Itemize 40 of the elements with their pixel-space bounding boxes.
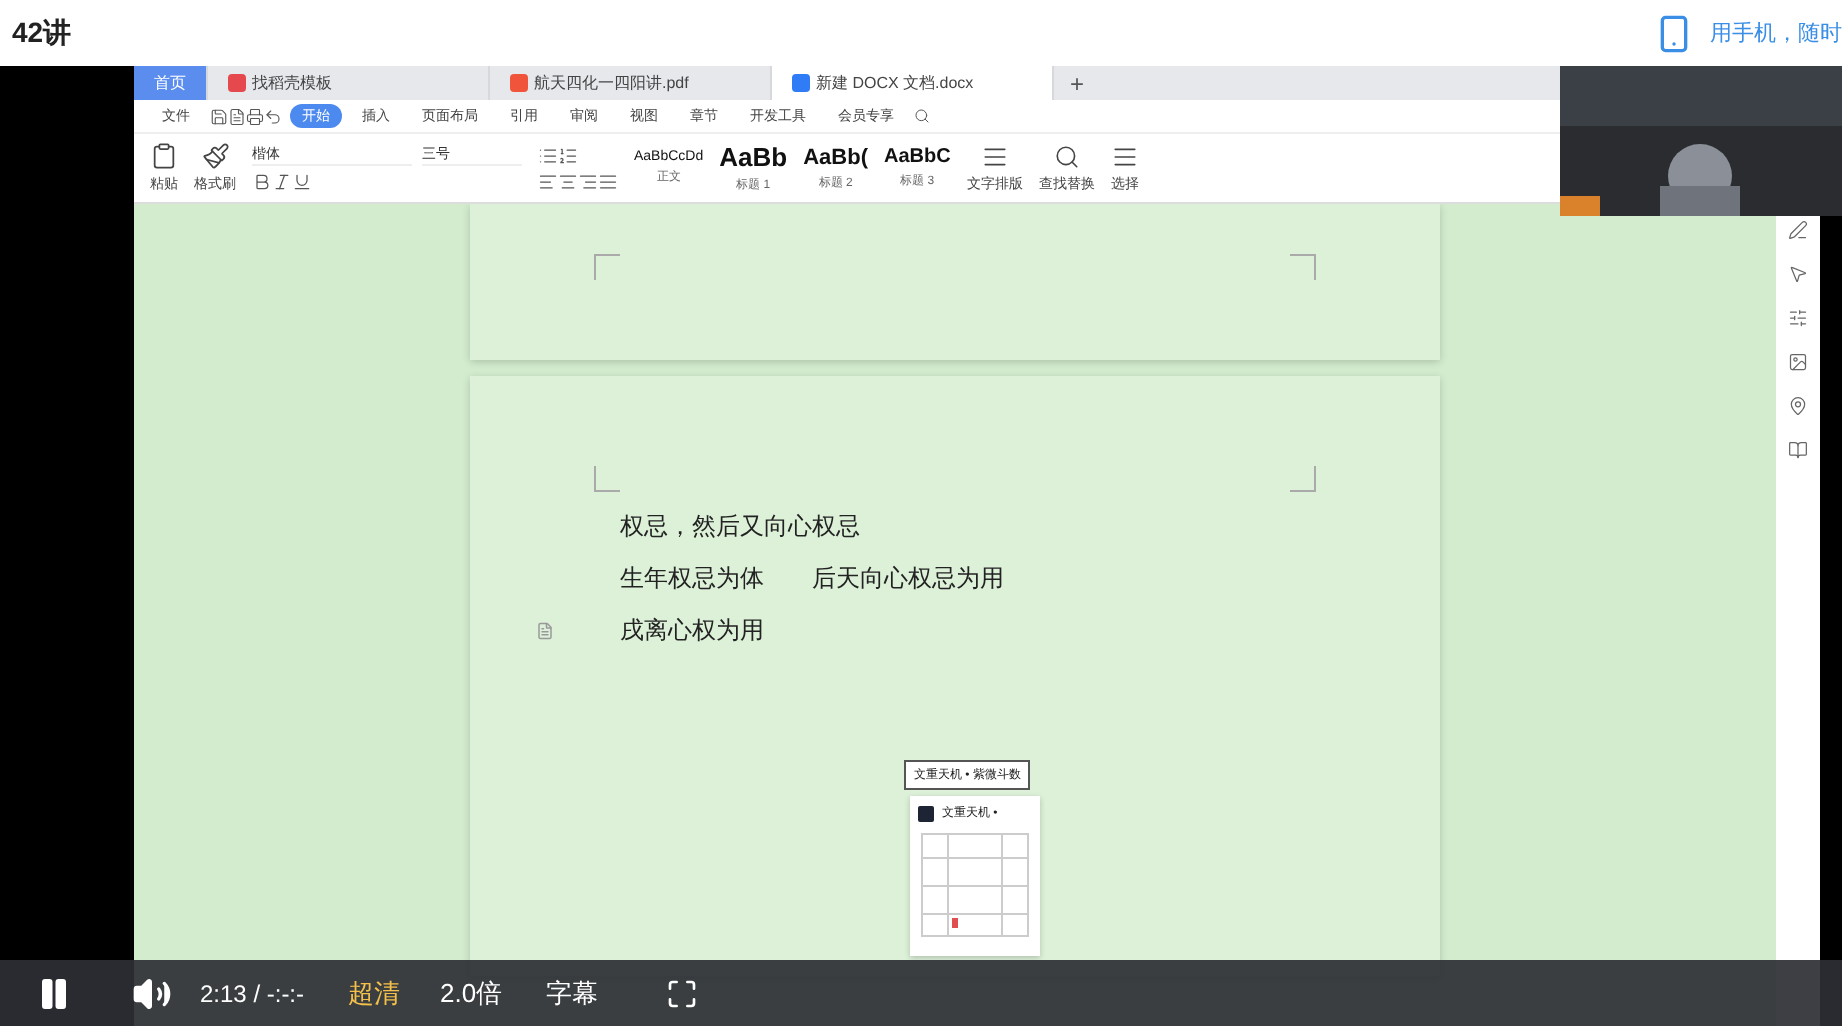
bullet-list-icon[interactable] [538, 145, 558, 165]
calendar-drawing [918, 830, 1032, 940]
text-layout-icon[interactable] [1111, 143, 1138, 169]
subtitles-button[interactable]: 字幕 [546, 975, 599, 1011]
book-icon[interactable] [1788, 440, 1808, 460]
pen-icon[interactable] [1788, 220, 1808, 240]
lesson-title: 42讲 [12, 15, 72, 51]
volume-button[interactable] [132, 973, 172, 1013]
align-center-icon[interactable] [558, 171, 578, 191]
paste-icon[interactable] [150, 142, 178, 170]
bold-icon[interactable] [252, 172, 272, 192]
undo-icon[interactable] [264, 107, 282, 125]
search-icon[interactable] [1053, 143, 1080, 169]
italic-icon[interactable] [272, 172, 292, 192]
document-tab[interactable]: 新建 DOCX 文档.docx [772, 66, 1054, 100]
underline-icon[interactable] [292, 172, 312, 192]
search-icon[interactable] [914, 108, 930, 124]
print-icon[interactable] [246, 107, 264, 125]
app-icon [918, 805, 934, 821]
document-text: 生年权忌为体 后天向心权忌为用 [620, 561, 1004, 595]
numbered-list-icon[interactable] [558, 145, 578, 165]
align-right-icon[interactable] [578, 171, 598, 191]
image-icon[interactable] [1788, 352, 1808, 372]
justify-icon[interactable] [598, 171, 618, 191]
speed-button[interactable]: 2.0倍 [440, 975, 503, 1011]
fullscreen-button[interactable] [666, 977, 699, 1009]
new-tab-button[interactable]: + [1054, 66, 1101, 100]
align-left-icon[interactable] [538, 171, 558, 191]
sliders-icon[interactable] [1788, 308, 1808, 328]
document-text: 权忌，然后又向心权忌 [620, 509, 860, 543]
quality-button[interactable]: 超清 [348, 975, 401, 1011]
pause-button[interactable] [36, 975, 72, 1011]
pin-icon[interactable] [1788, 396, 1808, 416]
brush-icon[interactable] [201, 142, 229, 170]
pointer-icon[interactable] [1788, 264, 1808, 284]
document-icon[interactable] [228, 107, 246, 125]
save-icon[interactable] [210, 107, 228, 125]
text-layout-icon[interactable] [981, 143, 1008, 169]
document-text: 戌离心权为用 [620, 613, 764, 647]
playback-time: 2:13 / -:-:- [200, 979, 305, 1007]
